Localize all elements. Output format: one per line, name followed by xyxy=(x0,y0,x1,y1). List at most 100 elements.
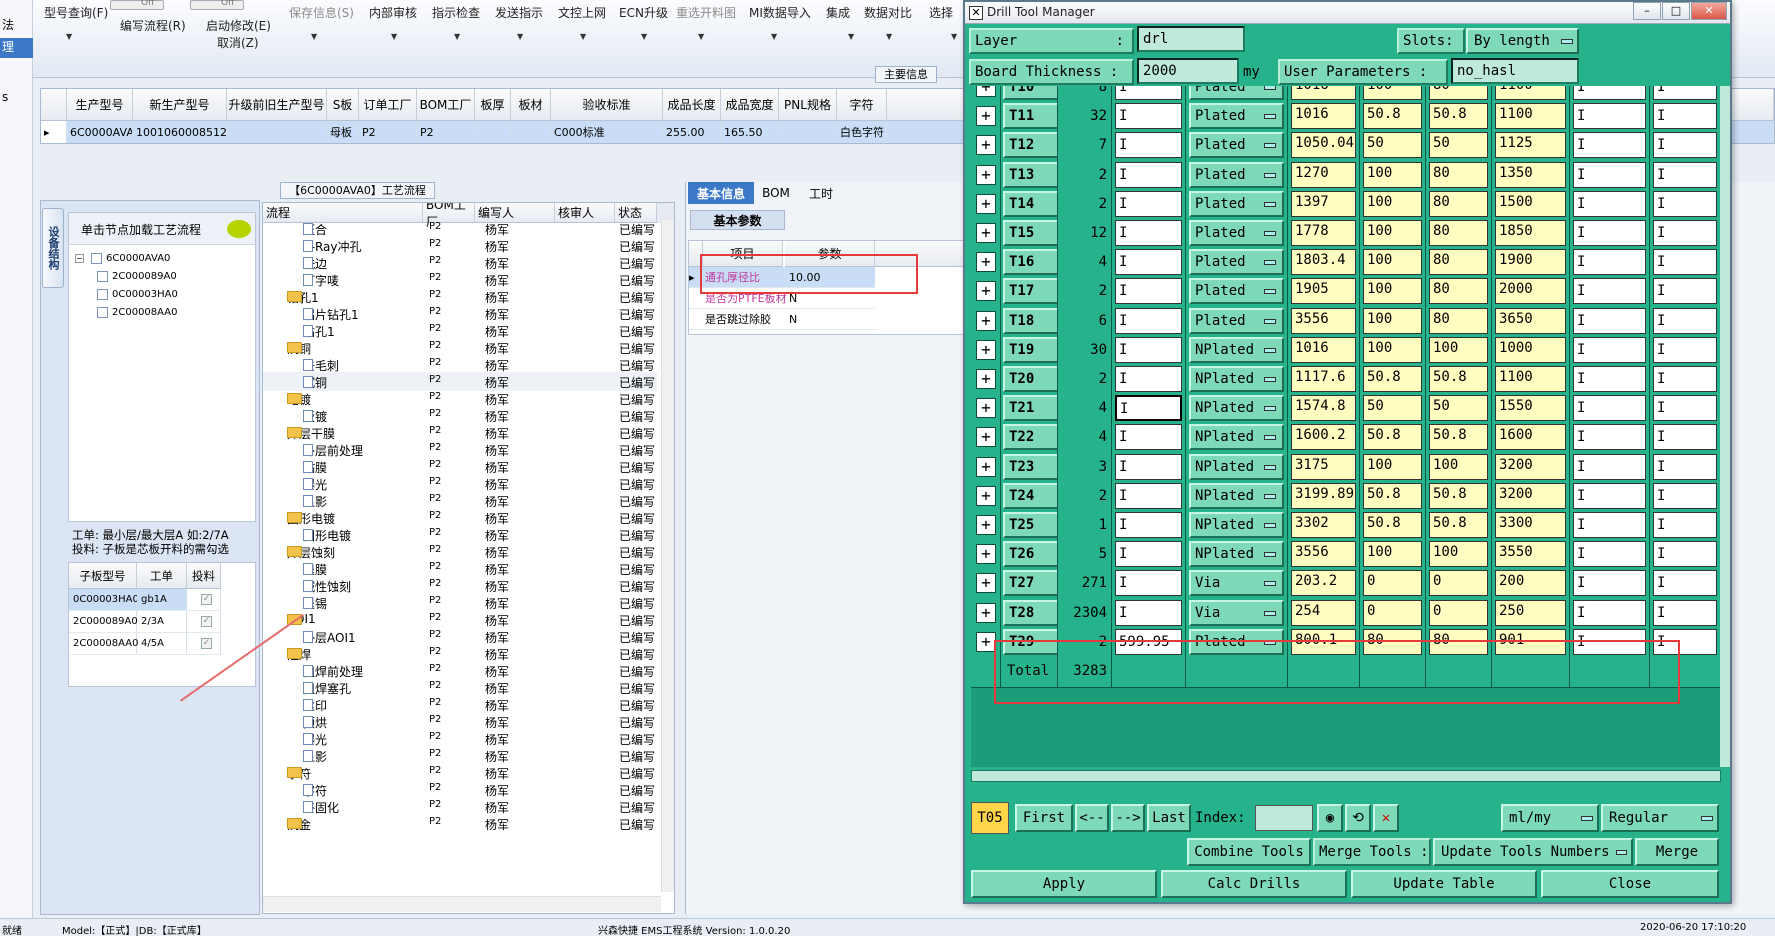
tool-extra-cell[interactable]: I xyxy=(1570,393,1650,426)
tool-extra2-input[interactable]: I xyxy=(1653,307,1717,334)
tool-name-cell[interactable]: T15 xyxy=(1001,218,1058,250)
sub-grid-cell[interactable]: 4/5A xyxy=(137,633,187,655)
tool-extra-input[interactable]: I xyxy=(1573,599,1646,626)
tool-extra2-cell[interactable]: I xyxy=(1650,510,1721,542)
tool-size-cell[interactable]: I xyxy=(1112,539,1186,572)
checkbox[interactable]: ✓ xyxy=(201,594,212,605)
tool-name[interactable]: T19 xyxy=(1003,336,1057,363)
tool-extra-input[interactable]: I xyxy=(1573,366,1646,392)
grid-cell[interactable]: 母板 xyxy=(327,121,359,143)
tool-param-cell[interactable]: 80 xyxy=(1426,305,1492,338)
tool-param-b[interactable]: 100 xyxy=(1363,453,1422,480)
tool-param-c[interactable]: 50.8 xyxy=(1429,482,1488,509)
tool-extra2-cell[interactable]: I xyxy=(1650,276,1721,309)
tool-extra2-cell[interactable]: I xyxy=(1650,305,1721,338)
tool-name-cell[interactable]: T26 xyxy=(1001,539,1058,572)
tool-param-cell[interactable]: 50 xyxy=(1360,130,1426,163)
tool-size-input[interactable]: I xyxy=(1115,453,1182,480)
tool-param-cell[interactable]: 80 xyxy=(1426,218,1492,250)
tool-extra-cell[interactable]: I xyxy=(1570,451,1650,484)
tool-extra2-input[interactable]: I xyxy=(1653,395,1717,422)
tool-name[interactable]: T28 xyxy=(1003,599,1057,626)
tool-param-cell[interactable]: 3302 xyxy=(1288,510,1360,542)
plus-icon[interactable]: + xyxy=(976,135,996,156)
tool-type-cell[interactable]: Plated xyxy=(1186,101,1288,134)
tool-param-b[interactable]: 100 xyxy=(1363,278,1422,305)
grid-cell[interactable]: P2 xyxy=(359,121,417,143)
ribbon-item[interactable]: 取消(Z) xyxy=(217,34,259,51)
tool-size-cell[interactable]: I xyxy=(1112,188,1186,221)
tool-param-a[interactable]: 1270 xyxy=(1291,161,1356,188)
tool-name-cell[interactable]: T22 xyxy=(1001,422,1058,455)
tool-type-cell[interactable]: NPlated xyxy=(1186,480,1288,513)
tool-extra2-cell[interactable]: I xyxy=(1650,218,1721,250)
left-strip-item[interactable]: 法 xyxy=(0,16,33,36)
tool-param-a[interactable]: 3302 xyxy=(1291,512,1356,538)
tool-size-input[interactable]: I xyxy=(1115,161,1182,188)
tool-extra2-input[interactable]: I xyxy=(1653,86,1717,100)
tool-name[interactable]: T24 xyxy=(1003,482,1057,509)
tool-extra2-cell[interactable]: I xyxy=(1650,480,1721,513)
grid-header[interactable]: 字符 xyxy=(837,89,887,121)
sub-grid-checkbox-cell[interactable]: ✓ xyxy=(187,589,221,611)
tool-param-a[interactable]: 254 xyxy=(1291,599,1356,626)
tool-name-cell[interactable]: T23 xyxy=(1001,451,1058,484)
tool-param-a[interactable]: 203.2 xyxy=(1291,570,1356,597)
expand-cell[interactable]: + xyxy=(971,159,1001,192)
tool-extra-cell[interactable]: I xyxy=(1570,218,1650,250)
tool-size-input[interactable]: I xyxy=(1115,336,1182,363)
tool-extra-cell[interactable]: I xyxy=(1570,130,1650,163)
layer-field[interactable]: drl xyxy=(1137,26,1245,52)
tool-extra-input[interactable]: I xyxy=(1573,249,1646,276)
tool-type-dropdown[interactable]: NPlated xyxy=(1189,541,1284,568)
grid-cell[interactable]: 165.50 xyxy=(721,121,779,143)
drill-tool-row[interactable]: + T22 4 I NPlated 1600.2 50.8 50.8 1600 I I xyxy=(971,422,1721,455)
ribbon-item[interactable]: 文控上网 xyxy=(558,4,606,21)
tool-type-cell[interactable]: Plated xyxy=(1186,159,1288,192)
tool-param-a[interactable]: 1600.2 xyxy=(1291,424,1356,451)
tool-param-c[interactable]: 80 xyxy=(1429,190,1488,217)
drill-tool-row[interactable]: + T11 32 I Plated 1016 50.8 50.8 1100 I I xyxy=(971,101,1721,134)
expand-cell[interactable]: + xyxy=(971,247,1001,280)
expand-cell[interactable]: + xyxy=(971,568,1001,601)
tool-name[interactable]: T17 xyxy=(1003,278,1057,305)
tool-name[interactable]: T12 xyxy=(1003,132,1057,159)
tool-param-cell[interactable]: 100 xyxy=(1360,305,1426,338)
tool-param-cell[interactable]: 1125 xyxy=(1492,130,1570,163)
tool-extra2-input[interactable]: I xyxy=(1653,161,1717,188)
tree-node[interactable]: 2C000089A0 xyxy=(97,271,177,282)
tool-size-input[interactable]: I xyxy=(1115,512,1182,538)
tool-extra2-input[interactable]: I xyxy=(1653,570,1717,597)
drill-tool-row[interactable]: + T28 2304 I Via 254 0 0 250 I I xyxy=(971,597,1721,630)
expand-cell[interactable]: + xyxy=(971,480,1001,513)
plus-icon[interactable]: + xyxy=(976,339,996,360)
tool-extra-cell[interactable]: I xyxy=(1570,510,1650,542)
tool-type-dropdown[interactable]: Plated xyxy=(1189,190,1284,217)
tool-param-d[interactable]: 200 xyxy=(1495,570,1566,597)
tool-extra-input[interactable]: I xyxy=(1573,220,1646,246)
tool-param-a[interactable]: 3175 xyxy=(1291,453,1356,480)
tool-size-cell[interactable]: I xyxy=(1112,130,1186,163)
tool-name-cell[interactable]: T27 xyxy=(1001,568,1058,601)
tool-param-cell[interactable]: 100 xyxy=(1426,334,1492,367)
tool-param-cell[interactable]: 1016 xyxy=(1288,334,1360,367)
tool-param-b[interactable]: 50 xyxy=(1363,395,1422,422)
plus-icon[interactable]: + xyxy=(976,398,996,419)
tool-param-d[interactable]: 3200 xyxy=(1495,453,1566,480)
tool-type-cell[interactable]: Plated xyxy=(1186,276,1288,309)
tool-type-dropdown[interactable]: Plated xyxy=(1189,161,1284,188)
sub-grid-checkbox-cell[interactable]: ✓ xyxy=(187,633,221,655)
tool-param-cell[interactable]: 100 xyxy=(1360,159,1426,192)
tool-param-c[interactable]: 80 xyxy=(1429,161,1488,188)
ribbon-item[interactable]: 集成 xyxy=(826,4,850,21)
update-table-button[interactable]: Update Table xyxy=(1351,870,1537,898)
tool-param-a[interactable]: 1016 xyxy=(1291,86,1356,100)
tool-param-c[interactable]: 50.8 xyxy=(1429,366,1488,392)
tool-size-input[interactable]: I xyxy=(1115,424,1182,451)
tool-type-dropdown[interactable]: NPlated xyxy=(1189,336,1284,363)
tool-param-cell[interactable]: 2000 xyxy=(1492,276,1570,309)
tool-param-a[interactable]: 3556 xyxy=(1291,541,1356,568)
tool-size-cell[interactable]: I xyxy=(1112,334,1186,367)
tool-param-cell[interactable]: 80 xyxy=(1426,188,1492,221)
tool-extra-cell[interactable]: I xyxy=(1570,539,1650,572)
